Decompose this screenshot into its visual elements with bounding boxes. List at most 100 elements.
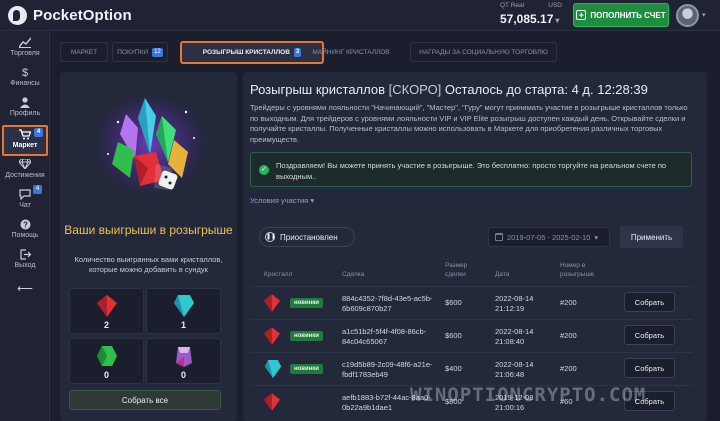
pause-icon: ❚❚ xyxy=(265,232,277,242)
deal-id: 884c4352-7f8d-43e5-ac5b-6b609c870b27 xyxy=(342,294,433,313)
red-crystal-icon xyxy=(264,294,280,312)
crystal-count: 2 xyxy=(103,320,109,330)
crystal-cell-red: 2 xyxy=(69,288,144,334)
raffle-number: #200 xyxy=(560,298,577,307)
column-header-number: Номер в розыгрыше xyxy=(560,262,595,278)
deal-date: 2022-08-14 21:12:19 xyxy=(495,294,534,313)
sidebar: Торговля $ Финансы Профиль Маркет 4 Дост… xyxy=(0,31,50,421)
account-balance[interactable]: QT Real USD 57,085.17 ▾ xyxy=(500,2,562,26)
apply-button[interactable]: Применить xyxy=(620,226,683,248)
new-badge: новинки xyxy=(290,331,323,341)
sidebar-item-market[interactable]: Маркет 4 xyxy=(2,125,48,156)
paused-status-button[interactable]: ❚❚ Приостановлен xyxy=(259,227,355,247)
winnings-subtitle: Количество выигранных вами кристаллов, к… xyxy=(74,255,223,274)
sidebar-item-finance[interactable]: $ Финансы xyxy=(2,67,48,87)
raffle-description: Трейдеры с уровнями лояльности "Начинающ… xyxy=(250,103,688,144)
collect-button[interactable]: Собрать xyxy=(624,358,675,378)
sidebar-item-label: Достижения xyxy=(5,172,45,179)
conditions-toggle[interactable]: Условия участия ▾ xyxy=(250,196,314,205)
help-icon: ? xyxy=(2,219,48,232)
sidebar-item-trading[interactable]: Торговля xyxy=(2,37,48,57)
deposit-label: ПОПОЛНИТЬ СЧЕТ xyxy=(590,10,666,20)
sidebar-item-profile[interactable]: Профиль xyxy=(2,97,48,117)
logout-icon xyxy=(2,249,48,262)
sidebar-item-help[interactable]: ? Помощь xyxy=(2,219,48,239)
new-badge: новинки xyxy=(290,298,323,308)
table-row: новинки a1c51b2f-5f4f-4f08-86cb-84c04c65… xyxy=(250,319,692,351)
tab-market[interactable]: МАРКЕТ xyxy=(60,42,108,62)
purchases-count-badge: 12 xyxy=(152,47,163,57)
tab-label: НАГРАДЫ ЗА СОЦИАЛЬНУЮ ТОРГОВЛЮ xyxy=(419,48,548,56)
collect-button[interactable]: Собрать xyxy=(624,325,675,345)
logo-icon xyxy=(8,6,27,25)
chevron-down-icon[interactable]: ▾ xyxy=(702,11,706,19)
deal-amount: $600 xyxy=(445,298,462,307)
raffle-number: #200 xyxy=(560,331,577,340)
raffle-details-panel: Розыгрыш кристаллов [СКОРО] Осталось до … xyxy=(243,72,707,421)
balance-value: 57,085.17 xyxy=(500,12,554,26)
logo-text: PocketOption xyxy=(33,7,132,24)
collect-button[interactable]: Собрать xyxy=(624,292,675,312)
crystal-count: 0 xyxy=(180,370,186,380)
deposit-button[interactable]: + ПОПОЛНИТЬ СЧЕТ xyxy=(573,3,669,27)
chart-icon xyxy=(2,37,48,50)
green-crystal-icon xyxy=(97,346,117,366)
deal-amount: $400 xyxy=(445,364,462,373)
chat-count-badge: 4 xyxy=(33,185,42,194)
sidebar-item-label: Профиль xyxy=(9,110,41,117)
red-crystal-icon xyxy=(264,327,280,345)
collapse-arrow-icon[interactable]: ⟵ xyxy=(2,283,48,296)
sidebar-item-achievements[interactable]: Достижения xyxy=(2,158,48,179)
notice-text: Поздравляем! Вы можете принять участие в… xyxy=(276,161,667,181)
table-row: новинки 884c4352-7f8d-43e5-ac5b-6b609c87… xyxy=(250,286,692,318)
watermark: WINOPTIONCRYPTO.COM xyxy=(410,384,647,406)
tab-social-trading-rewards[interactable]: НАГРАДЫ ЗА СОЦИАЛЬНУЮ ТОРГОВЛЮ xyxy=(410,42,557,62)
column-header-date: Дата xyxy=(495,271,510,278)
diamond-icon xyxy=(2,158,48,172)
plus-icon: + xyxy=(576,10,587,20)
crystal-count: 1 xyxy=(180,320,186,330)
crystal-cell-green: 0 xyxy=(69,338,144,384)
avatar[interactable] xyxy=(676,4,699,27)
column-header-deal: Сделка xyxy=(342,271,365,278)
cyan-crystal-icon xyxy=(264,360,282,378)
cyan-crystal-icon xyxy=(174,295,194,317)
sidebar-item-logout[interactable]: Выход xyxy=(2,249,48,269)
sidebar-item-label: Помощь xyxy=(11,232,39,239)
chevron-down-icon: ▾ xyxy=(555,16,560,25)
raffle-winnings-panel: Ваши выигрыши в розыгрыше Количество выи… xyxy=(60,72,237,421)
date-range-input[interactable]: 2019-07-05 - 2025-02-10 ▾ xyxy=(488,227,610,247)
market-count-badge: 4 xyxy=(34,128,43,137)
logo[interactable]: PocketOption xyxy=(8,6,132,25)
red-crystal-icon xyxy=(264,393,280,411)
tab-label: ПОКУПКИ xyxy=(117,48,149,56)
deal-date: 2022-08-14 21:06:48 xyxy=(495,360,534,379)
collect-all-button[interactable]: Собрать все xyxy=(69,390,221,410)
crystals-illustration xyxy=(92,97,208,201)
winnings-title: Ваши выигрыши в розыгрыше xyxy=(64,223,233,237)
eligibility-notice: ✓ Поздравляем! Вы можете принять участие… xyxy=(250,152,692,187)
crystal-count: 0 xyxy=(103,370,109,380)
top-bar: PocketOption QT Real USD 57,085.17 ▾ + ПО… xyxy=(0,0,720,31)
calendar-icon xyxy=(495,233,503,241)
conditions-label: Условия участия xyxy=(250,196,309,205)
dollar-icon: $ xyxy=(21,67,29,79)
tab-label: МАЙНИНГ КРИСТАЛЛОВ xyxy=(312,48,390,56)
sidebar-item-label: Выход xyxy=(14,262,36,269)
crystal-cell-purple: 0 xyxy=(146,338,221,384)
red-crystal-icon xyxy=(97,295,117,317)
sidebar-item-chat[interactable]: Чат 4 xyxy=(2,185,48,209)
account-currency: USD xyxy=(548,2,562,9)
new-badge: новинки xyxy=(290,364,323,374)
tab-crystal-mining[interactable]: МАЙНИНГ КРИСТАЛЛОВ xyxy=(301,42,401,62)
account-type: QT Real xyxy=(500,2,525,9)
raffle-title: Розыгрыш кристаллов [СКОРО] Осталось до … xyxy=(250,82,648,97)
svg-text:?: ? xyxy=(23,221,28,230)
deal-amount: $600 xyxy=(445,331,462,340)
tab-purchases[interactable]: ПОКУПКИ 12 xyxy=(112,42,168,62)
raffle-number: #200 xyxy=(560,364,577,373)
sidebar-item-label: Торговля xyxy=(10,50,40,57)
user-icon xyxy=(2,97,48,110)
chevron-down-icon: ▾ xyxy=(310,196,315,205)
date-range-value: 2019-07-05 - 2025-02-10 xyxy=(507,232,591,242)
